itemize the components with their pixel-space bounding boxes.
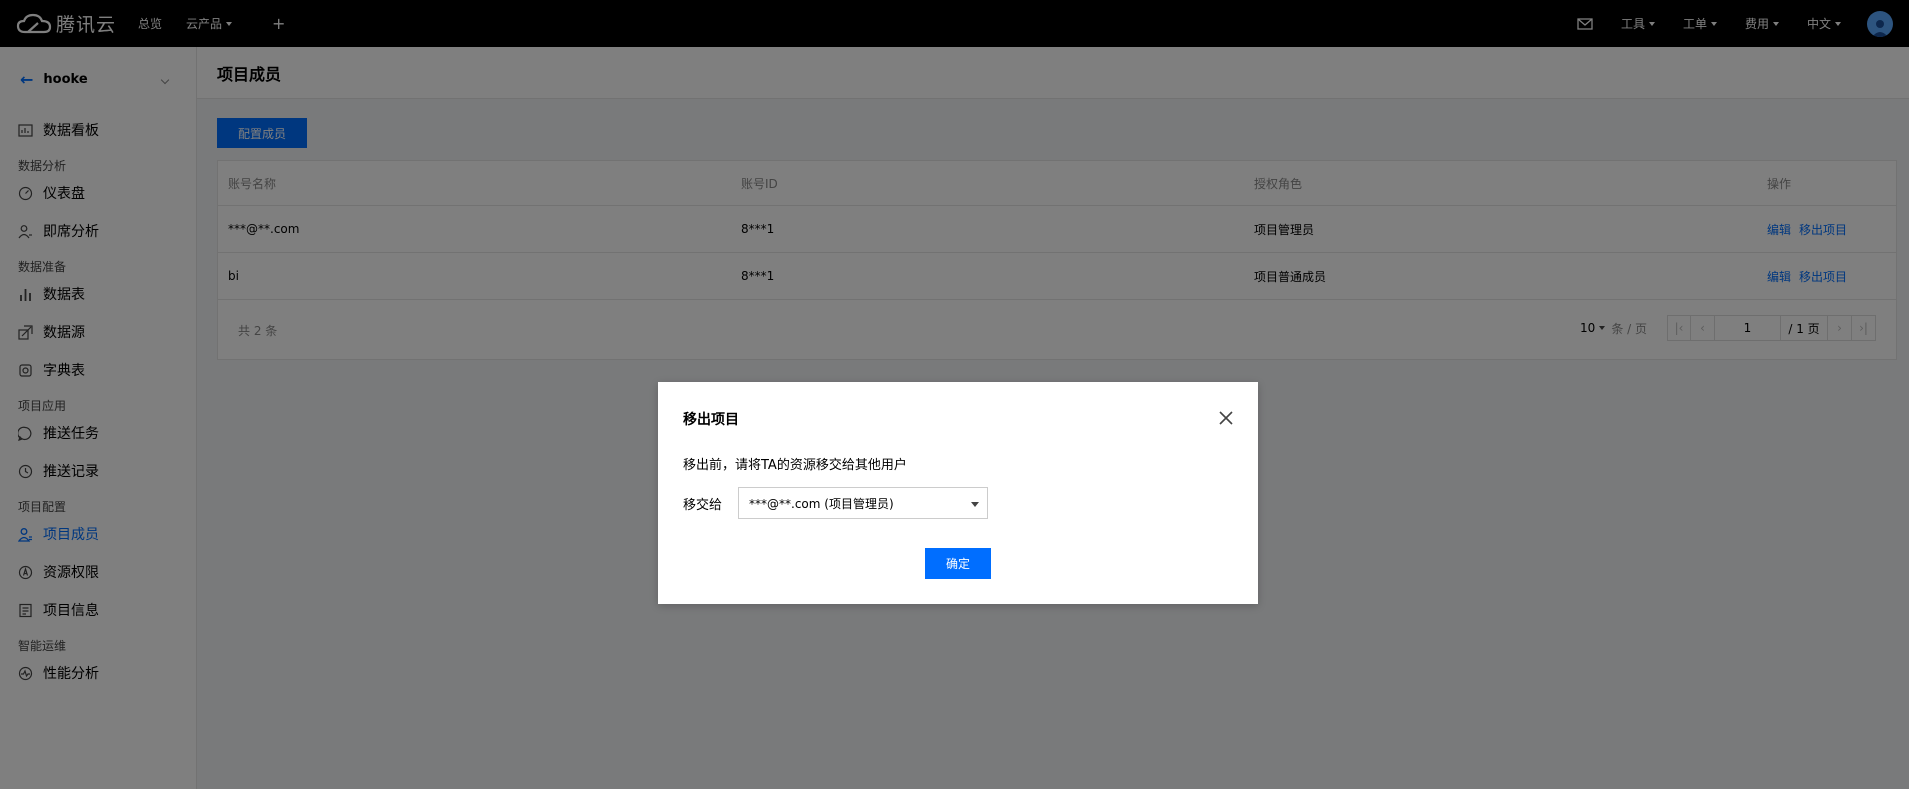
transfer-to-select[interactable]: ***@**.com (项目管理员) xyxy=(738,487,988,519)
dialog-title: 移出项目 xyxy=(683,412,739,428)
transfer-to-value: ***@**.com (项目管理员) xyxy=(749,496,894,511)
dialog-message: 移出前，请将TA的资源移交给其他用户 xyxy=(683,458,907,473)
remove-project-dialog: 移出项目 移出前，请将TA的资源移交给其他用户 移交给 ***@**.com (… xyxy=(658,382,1258,604)
confirm-button[interactable]: 确定 xyxy=(925,548,991,579)
close-icon[interactable] xyxy=(1218,410,1234,426)
dropdown-arrow-icon xyxy=(971,502,979,507)
transfer-to-label: 移交给 xyxy=(683,498,723,513)
